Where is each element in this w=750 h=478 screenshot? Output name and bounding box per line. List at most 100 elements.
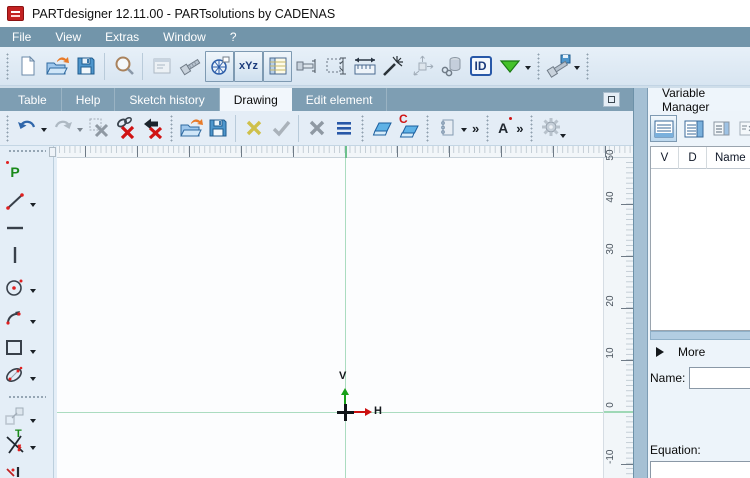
- eraser-constraints-button[interactable]: C: [395, 112, 422, 142]
- tab-drawing[interactable]: Drawing: [219, 88, 292, 111]
- window-layout-button[interactable]: [147, 51, 176, 82]
- menu-file[interactable]: File: [0, 27, 43, 47]
- sheet-more-chevron[interactable]: »: [469, 121, 482, 136]
- open-button[interactable]: [42, 51, 71, 82]
- id-button[interactable]: ID: [466, 51, 495, 82]
- table-view-button[interactable]: [263, 50, 292, 82]
- toolbar-grip[interactable]: [529, 114, 535, 142]
- point-red-dot: [6, 161, 9, 164]
- new-document-button[interactable]: [13, 51, 42, 82]
- font-button[interactable]: A: [493, 114, 513, 142]
- list-view-button[interactable]: [650, 115, 677, 142]
- list-menu-button[interactable]: [330, 114, 357, 142]
- zoom-button[interactable]: [109, 51, 138, 82]
- release-dropdown-caret[interactable]: [525, 65, 531, 73]
- export-dropdown-caret[interactable]: [574, 65, 580, 73]
- toolbar-grip[interactable]: [5, 52, 10, 80]
- pane-restore-button[interactable]: [603, 92, 620, 107]
- column-header-v[interactable]: V: [651, 146, 679, 169]
- eraser-button[interactable]: [368, 114, 395, 142]
- panel-splitter[interactable]: [633, 88, 648, 478]
- screw-save-icon: [546, 54, 570, 78]
- redo-dropdown-caret[interactable]: [77, 127, 83, 135]
- equation-input[interactable]: [650, 461, 750, 478]
- detail-view-button[interactable]: [680, 115, 707, 142]
- measure-button[interactable]: [350, 51, 379, 82]
- name-input[interactable]: [689, 367, 750, 389]
- menu-extras[interactable]: Extras: [93, 27, 151, 47]
- horizontal-line-tool[interactable]: [3, 215, 53, 241]
- toolbar-grip[interactable]: [5, 114, 10, 142]
- line-icon: [6, 193, 24, 210]
- variable-table[interactable]: V D Name: [650, 146, 750, 331]
- sheet-dropdown-caret[interactable]: [461, 127, 467, 135]
- column-header-name[interactable]: Name: [707, 147, 750, 169]
- toolbar-grip[interactable]: [585, 52, 590, 80]
- wizard-button[interactable]: [379, 51, 408, 82]
- trim-tool[interactable]: T: [3, 428, 53, 457]
- settings-button[interactable]: [537, 114, 567, 142]
- table-horizontal-scrollbar[interactable]: [650, 331, 750, 340]
- menu-window[interactable]: Window: [151, 27, 218, 47]
- arc-dropdown-caret[interactable]: [30, 319, 36, 327]
- toolbar-grip[interactable]: [425, 114, 430, 142]
- formula-button[interactable]: [736, 117, 750, 140]
- link-part-button[interactable]: [437, 51, 466, 82]
- font-more-chevron[interactable]: »: [513, 121, 526, 136]
- delete-chain-button[interactable]: [112, 114, 139, 142]
- number-format-button[interactable]: [710, 117, 733, 140]
- ellipse-tool[interactable]: [3, 362, 53, 388]
- discard-button[interactable]: [240, 114, 267, 142]
- toolbar-grip[interactable]: [360, 114, 365, 142]
- save-sketch-button[interactable]: [204, 114, 231, 142]
- rectangle-tool[interactable]: [3, 335, 53, 361]
- sketch-view-button[interactable]: [205, 50, 234, 82]
- more-expander[interactable]: More: [656, 345, 705, 359]
- point-tool[interactable]: P: [3, 159, 53, 185]
- tab-help[interactable]: Help: [62, 88, 116, 111]
- move-3d-button[interactable]: [408, 51, 437, 82]
- point-icon: P: [3, 160, 27, 184]
- variables-view-button[interactable]: xYz: [234, 50, 263, 82]
- circle-tool[interactable]: [3, 274, 53, 300]
- delete-selection-button[interactable]: [85, 114, 112, 142]
- circle-dropdown-caret[interactable]: [30, 288, 36, 296]
- menu-help[interactable]: ?: [218, 27, 249, 47]
- column-header-d[interactable]: D: [679, 146, 707, 169]
- close-sketch-button[interactable]: [303, 114, 330, 142]
- sheet-button[interactable]: [433, 114, 460, 142]
- line-tool[interactable]: [3, 188, 53, 214]
- settings-caret[interactable]: [560, 134, 567, 141]
- drawing-canvas[interactable]: V H: [57, 158, 603, 478]
- accept-button[interactable]: [267, 114, 294, 142]
- line-dropdown-caret[interactable]: [30, 202, 36, 210]
- toolbar-grip[interactable]: [536, 52, 541, 80]
- undo-button[interactable]: [13, 114, 40, 142]
- transform-dropdown-caret[interactable]: [30, 418, 36, 426]
- vertical-line-tool[interactable]: [3, 242, 53, 268]
- tab-table[interactable]: Table: [4, 88, 62, 111]
- chamfer-tool[interactable]: [3, 464, 53, 478]
- toolbar-grip[interactable]: [169, 114, 174, 142]
- part-button[interactable]: [176, 51, 205, 82]
- sidebar-grip[interactable]: [8, 149, 46, 153]
- rectangle-dropdown-caret[interactable]: [30, 349, 36, 357]
- ellipse-dropdown-caret[interactable]: [30, 376, 36, 384]
- menu-view[interactable]: View: [43, 27, 93, 47]
- tab-sketch-history[interactable]: Sketch history: [115, 88, 220, 111]
- transform-tool[interactable]: [3, 404, 53, 430]
- tab-edit-element[interactable]: Edit element: [292, 88, 388, 111]
- save-button[interactable]: [71, 51, 100, 82]
- export-part-button[interactable]: [544, 51, 573, 82]
- undo-dropdown-caret[interactable]: [41, 127, 47, 135]
- area-dimension-button[interactable]: [321, 51, 350, 82]
- bolt-dimension-button[interactable]: [292, 51, 321, 82]
- trim-dropdown-caret[interactable]: [30, 445, 36, 453]
- toolbar-separator: [298, 114, 299, 142]
- toolbar-grip[interactable]: [485, 114, 491, 142]
- redo-button[interactable]: [49, 114, 76, 142]
- arc-tool[interactable]: [3, 305, 53, 331]
- open-sketch-button[interactable]: [177, 114, 204, 142]
- delete-last-button[interactable]: [139, 114, 166, 142]
- release-state-button[interactable]: [495, 51, 524, 82]
